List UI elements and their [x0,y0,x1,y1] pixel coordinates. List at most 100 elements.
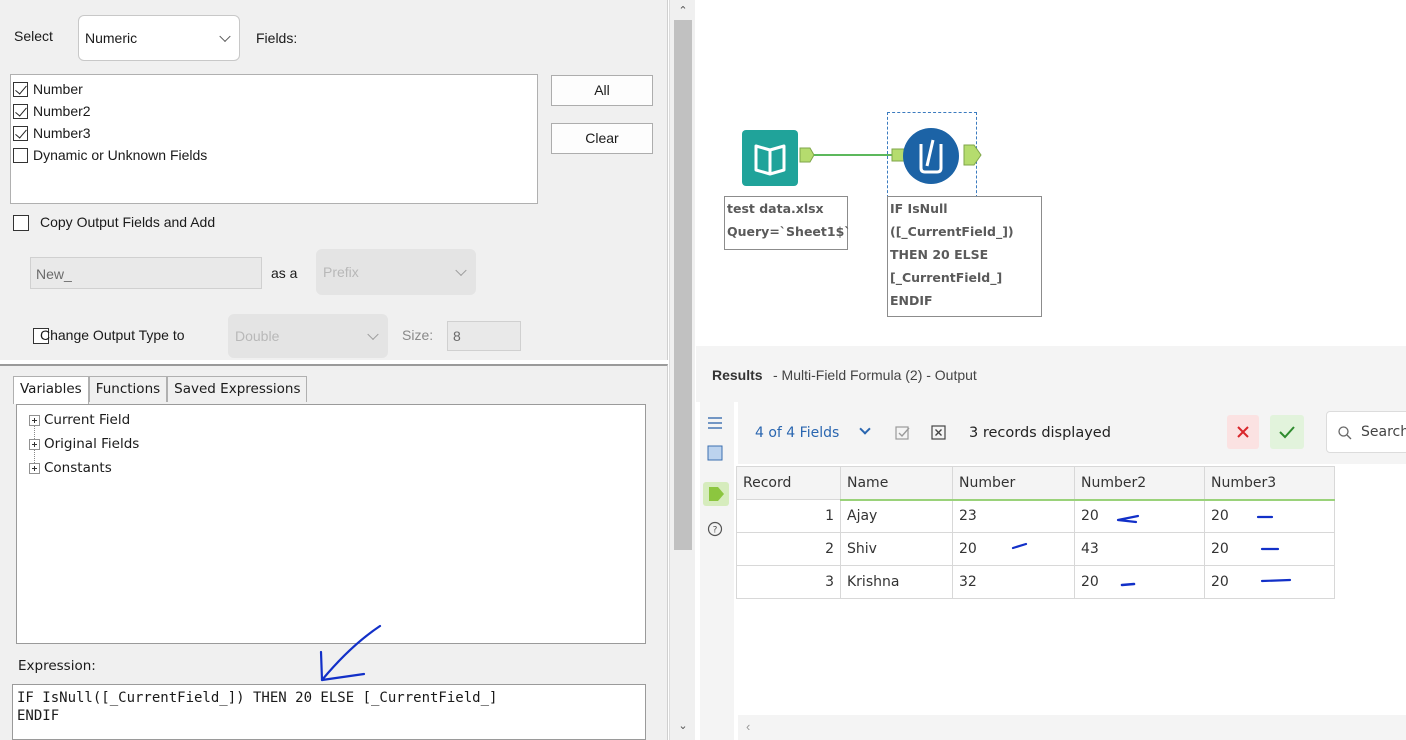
output-type-select[interactable]: Double [228,314,388,358]
tree-item-label: Original Fields [44,436,140,452]
field-item-number3[interactable]: Number3 [13,122,91,144]
select-label: Select [14,28,53,44]
column-header-number3[interactable]: Number3 [1204,466,1335,501]
size-label: Size: [402,327,434,343]
annotation-line: ([_CurrentField_]) [890,224,1014,239]
workflow-canvas[interactable] [696,0,1406,346]
input-data-tool[interactable] [742,130,798,186]
list-icon[interactable] [706,414,724,432]
clear-button[interactable]: Clear [551,123,653,154]
field-label: Dynamic or Unknown Fields [33,147,208,163]
checkbox-dynamic[interactable] [13,147,28,163]
chevron-down-icon [219,30,231,43]
data-tab-active[interactable] [703,482,729,506]
fields-label: Fields: [256,30,298,46]
close-icon [1237,426,1249,438]
results-toolbar: 4 of 4 Fields 3 records displayed Search [738,402,1406,464]
results-sidebar: ? [700,402,734,740]
svg-text:?: ? [713,526,718,536]
scrollbar-thumb[interactable] [674,20,692,550]
field-item-number2[interactable]: Number2 [13,100,91,122]
expand-icon[interactable] [29,438,40,450]
tree-item-current-field[interactable]: Current Field [29,410,130,430]
expand-icon[interactable] [29,462,40,474]
config-scrollbar[interactable]: ⌃ ⌄ [669,0,695,740]
name-cell: Krishna [840,565,953,599]
annotation-line: [_CurrentField_] [890,270,1003,285]
prefix-suffix-select[interactable]: Prefix [316,249,476,295]
field-type-select[interactable]: Numeric [78,15,240,61]
field-label: Number2 [33,103,91,119]
checkbox-number3[interactable] [13,125,28,141]
prefix-input[interactable]: New_ [30,257,262,289]
tree-item-label: Constants [44,460,112,476]
apply-filter-button[interactable] [1270,415,1304,449]
scroll-down-icon[interactable]: ⌄ [677,720,689,732]
copy-output-label: Copy Output Fields and Add [40,214,216,230]
column-header-name[interactable]: Name [840,466,953,501]
table-view-icon[interactable] [706,444,724,462]
expression-tabs: Variables Functions Saved Expressions [13,376,308,404]
variables-tree: Current Field Original Fields Constants [16,404,646,644]
output-anchor-icon [709,487,724,501]
chevron-down-icon[interactable] [859,423,871,435]
size-input[interactable]: 8 [447,321,521,351]
annotation-line: test data.xlsx [727,201,824,216]
tree-item-constants[interactable]: Constants [29,458,112,478]
prefix-suffix-select-value: Prefix [323,264,359,280]
record-cell: 1 [736,499,841,533]
scroll-left-icon[interactable]: ‹ [746,719,750,734]
search-box[interactable]: Search [1326,411,1406,453]
tree-item-label: Current Field [44,412,131,428]
results-horizontal-scrollbar[interactable]: ‹ [738,715,1406,740]
search-icon [1338,426,1352,440]
table-header-row: Record Name Number Number2 Number3 [736,466,1335,501]
name-cell: Shiv [840,532,953,566]
annotation-line: ENDIF [890,293,933,308]
tab-saved-expressions[interactable]: Saved Expressions [167,376,308,402]
expression-label: Expression: [18,658,96,674]
checkbox-number2[interactable] [13,103,28,119]
formula-beaker-icon [919,139,943,174]
column-header-record[interactable]: Record [736,466,841,500]
copy-output-checkbox[interactable] [13,215,29,231]
help-icon[interactable]: ? [706,520,724,538]
handwritten-arrow-icon [319,624,382,682]
field-item-dynamic[interactable]: Dynamic or Unknown Fields [13,144,207,166]
all-button[interactable]: All [551,75,653,106]
formula-tool-annotation: IF IsNull ([_CurrentField_]) THEN 20 ELS… [887,196,1042,317]
tree-item-original-fields[interactable]: Original Fields [29,434,139,454]
book-icon [754,144,786,176]
results-header: Results - Multi-Field Formula (2) - Outp… [696,346,1406,402]
change-type-label: Change Output Type to [40,327,185,343]
check-icon [1279,426,1295,439]
scroll-up-icon[interactable]: ⌃ [677,5,689,17]
annotation-line: THEN 20 ELSE [890,247,989,262]
output-anchor-icon[interactable] [962,142,984,168]
column-header-number2[interactable]: Number2 [1074,466,1205,501]
name-cell: Ajay [840,499,953,533]
checkbox-number[interactable] [13,81,28,97]
expression-input[interactable]: IF IsNull([_CurrentField_]) THEN 20 ELSE… [12,684,646,740]
fields-selector[interactable]: 4 of 4 Fields [755,425,839,441]
column-header-number[interactable]: Number [952,466,1075,501]
input-tool-annotation: test data.xlsx Query=`Sheet1$` [724,196,851,250]
field-label: Number [33,81,83,97]
cancel-filter-button[interactable] [1227,415,1259,449]
field-item-number[interactable]: Number [13,78,83,100]
search-placeholder: Search [1361,424,1406,440]
deselect-icon[interactable] [930,424,948,442]
output-type-select-value: Double [235,328,280,344]
annotation-line: IF IsNull [890,201,948,216]
number-cell: 32 [952,565,1075,599]
multi-field-formula-tool[interactable] [903,128,959,184]
tab-functions[interactable]: Functions [88,376,168,402]
select-all-icon[interactable] [894,424,912,442]
record-cell: 2 [736,532,841,566]
annotation-line: Query=`Sheet1$` [727,224,851,239]
number-cell: 23 [952,499,1075,533]
expand-icon[interactable] [29,414,40,426]
tab-variables[interactable]: Variables [13,376,89,404]
results-subtitle: - Multi-Field Formula (2) - Output [773,367,977,383]
handwritten-mark-shiv [1011,542,1028,550]
